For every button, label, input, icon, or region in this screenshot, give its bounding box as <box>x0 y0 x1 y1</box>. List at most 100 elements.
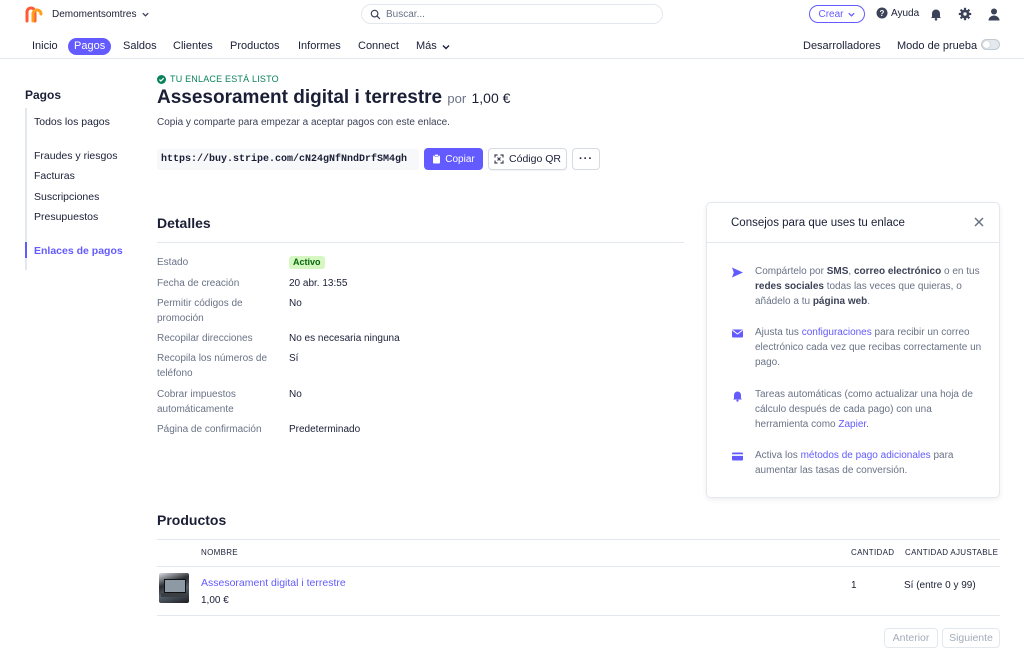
tip-highlight: página web <box>812 296 868 307</box>
notifications-bell-icon[interactable] <box>929 7 943 21</box>
qr-code-button[interactable]: Código QR <box>488 148 567 170</box>
nav-item-developers[interactable]: Desarrolladores <box>803 38 881 55</box>
chevron-down-icon <box>442 44 450 49</box>
settings-gear-icon[interactable] <box>958 7 972 21</box>
detail-label-addresses: Recopilar direcciones <box>157 333 253 344</box>
page-title-price: 1,00 € <box>471 90 511 106</box>
tip-text-segment: . <box>867 296 871 307</box>
page-title-text: Assesorament digital i terrestre <box>157 87 443 108</box>
product-price: 1,00 € <box>201 595 229 606</box>
help-label: Ayuda <box>891 7 920 19</box>
link-ready-status: TU ENLACE ESTÁ LISTO <box>157 74 279 84</box>
detail-label-confirmation: Página de confirmación <box>157 424 262 435</box>
price-prefix: por <box>447 91 467 106</box>
nav-item-connect[interactable]: Connect <box>358 38 399 55</box>
create-button[interactable]: Crear <box>809 5 865 23</box>
more-options-button[interactable]: ··· <box>572 148 600 170</box>
link-ready-text: TU ENLACE ESTÁ LISTO <box>170 74 279 84</box>
close-icon[interactable] <box>973 216 985 228</box>
detail-label-phone: Recopila los números de teléfono <box>157 353 268 379</box>
sidebar-item-all-payments[interactable]: Todos los pagos <box>34 116 110 128</box>
mail-icon <box>732 329 743 338</box>
search-input[interactable] <box>386 8 646 20</box>
payment-link-url[interactable]: https://buy.stripe.com/cN24gNfNndDrfSM4g… <box>157 149 419 170</box>
detail-value-taxes: No <box>289 389 302 400</box>
nav-more-label: Más <box>416 40 437 52</box>
sidebar-item-subscriptions[interactable]: Suscripciones <box>34 191 99 203</box>
detail-value-addresses: No es necesaria ninguna <box>289 333 400 344</box>
detail-label-promo-codes: Permitir códigos de promoción <box>157 298 243 324</box>
copy-label: Copiar <box>445 153 475 165</box>
detail-value-phone: Sí <box>289 353 299 364</box>
company-logo-icon[interactable] <box>24 5 44 25</box>
nav-item-saldos[interactable]: Saldos <box>123 38 157 55</box>
detail-value-confirmation: Predeterminado <box>289 424 361 435</box>
card-icon <box>732 452 743 461</box>
products-divider-top <box>157 539 1000 540</box>
tip-text: Compártelo por SMS, correo electrónico o… <box>755 264 987 309</box>
next-page-button[interactable]: Siguiente <box>942 628 1000 648</box>
detail-label-created: Fecha de creación <box>157 278 240 289</box>
nav-item-informes[interactable]: Informes <box>298 38 341 55</box>
tip-highlight: correo electrónico <box>853 266 942 277</box>
tips-header: Consejos para que uses tu enlace <box>707 203 999 243</box>
detail-label-status: Estado <box>157 257 189 268</box>
sidebar-active-indicator <box>25 242 27 258</box>
tip-text-segment: Compártelo por <box>755 266 827 277</box>
detail-value-promo-codes: No <box>289 298 302 309</box>
user-profile-icon[interactable] <box>987 7 1001 21</box>
account-name: Demomentsomtres <box>52 9 137 20</box>
product-quantity: 1 <box>851 580 857 591</box>
search-bar[interactable] <box>361 4 663 24</box>
create-label: Crear <box>818 8 844 20</box>
help-button[interactable]: ? Ayuda <box>876 7 919 19</box>
tip-text-segment: o en tus <box>941 266 980 277</box>
tips-title: Consejos para que uses tu enlace <box>731 217 905 229</box>
test-mode-toggle[interactable] <box>981 39 1000 50</box>
qr-code-icon <box>494 154 504 164</box>
details-divider <box>157 242 684 243</box>
nav-item-inicio[interactable]: Inicio <box>32 38 58 55</box>
status-badge: Activo <box>289 256 325 269</box>
account-switcher[interactable]: Demomentsomtres <box>52 9 150 20</box>
tip-text-segment: Activa los <box>755 450 801 461</box>
products-title: Productos <box>157 512 227 528</box>
help-icon: ? <box>876 7 888 19</box>
test-mode-label: Modo de prueba <box>897 40 978 52</box>
tip-link[interactable]: Zapier <box>838 419 866 430</box>
bell-icon <box>733 391 742 402</box>
top-bar: Demomentsomtres Crear ? Ayuda <box>0 0 1024 30</box>
sidebar-menu: Todos los pagos Fraudes y riesgos Factur… <box>25 108 135 270</box>
col-header-name: NOMBRE <box>201 548 238 557</box>
col-header-quantity: CANTIDAD <box>851 548 895 557</box>
chevron-down-icon <box>142 12 150 17</box>
tip-text: Tareas automáticas (como actualizar una … <box>755 387 987 432</box>
sidebar-item-payment-links[interactable]: Enlaces de pagos <box>34 245 123 257</box>
sidebar-item-invoices[interactable]: Facturas <box>34 170 75 182</box>
detail-label-taxes: Cobrar impuestos automáticamente <box>157 389 236 415</box>
page-title: Assesorament digital i terrestre por 1,0… <box>157 87 510 109</box>
tips-panel: Consejos para que uses tu enlace Compárt… <box>706 202 1000 498</box>
tip-text-segment: Ajusta tus <box>755 327 802 338</box>
nav-item-clientes[interactable]: Clientes <box>173 38 213 55</box>
clipboard-icon <box>433 154 441 164</box>
nav-item-productos[interactable]: Productos <box>230 38 280 55</box>
details-title: Detalles <box>157 215 211 231</box>
detail-value-created: 20 abr. 13:55 <box>289 278 348 289</box>
tip-link[interactable]: métodos de pago adicionales <box>801 450 931 461</box>
sidebar-item-fraud-risk[interactable]: Fraudes y riesgos <box>34 150 117 162</box>
product-name-link[interactable]: Assesorament digital i terrestre <box>201 577 346 589</box>
check-circle-icon <box>157 74 166 84</box>
nav-item-more[interactable]: Más <box>416 38 451 55</box>
detail-value-status: Activo <box>289 255 325 270</box>
copy-link-button[interactable]: Copiar <box>424 148 483 170</box>
sidebar-item-quotes[interactable]: Presupuestos <box>34 211 98 223</box>
nav-item-pagos[interactable]: Pagos <box>68 38 112 55</box>
sidebar-title: Pagos <box>25 88 62 102</box>
previous-page-button[interactable]: Anterior <box>884 628 938 648</box>
chevron-down-icon <box>847 12 855 17</box>
tip-highlight: SMS <box>826 266 849 277</box>
tip-link[interactable]: configuraciones <box>802 327 872 338</box>
tip-highlight: redes sociales <box>755 281 824 292</box>
more-options-icon: ··· <box>579 153 593 165</box>
